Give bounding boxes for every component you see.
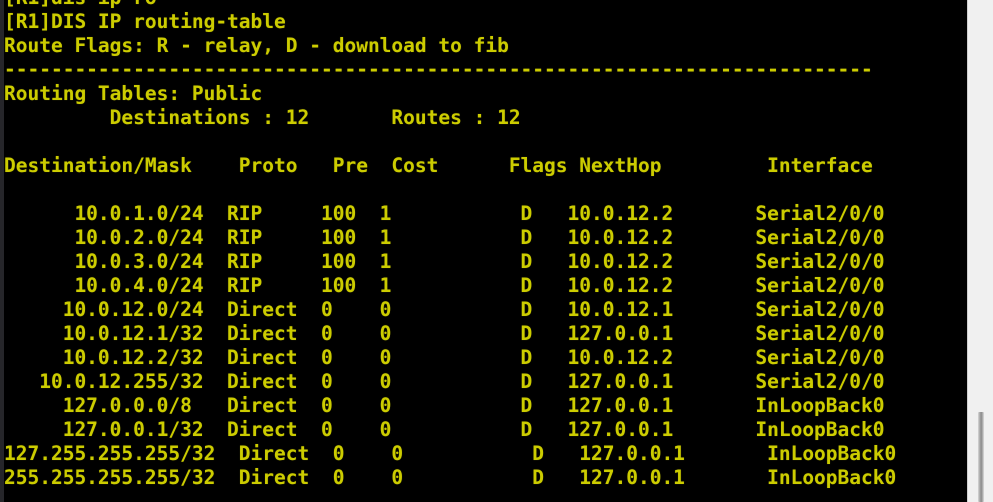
console-line: [R1]DIS IP routing-table <box>4 10 286 33</box>
scrollbar-thumb[interactable] <box>978 412 984 502</box>
console-line: [R1]dis ip ro <box>4 0 967 10</box>
console-line: 10.0.12.255/32 Direct 0 0 D 127.0.0.1 Se… <box>4 370 885 393</box>
console-line: 127.0.0.0/8 Direct 0 0 D 127.0.0.1 InLoo… <box>4 394 885 417</box>
left-gutter <box>0 0 4 502</box>
console-line: 10.0.12.1/32 Direct 0 0 D 127.0.0.1 Seri… <box>4 322 885 345</box>
console-line: 10.0.4.0/24 RIP 100 1 D 10.0.12.2 Serial… <box>4 274 885 297</box>
terminal-window: [R1]dis ip ro[R1]DIS IP routing-tableRou… <box>0 0 993 502</box>
console-line: 10.0.12.2/32 Direct 0 0 D 10.0.12.2 Seri… <box>4 346 885 369</box>
console-line: Destinations : 12 Routes : 12 <box>4 106 521 129</box>
console-line: 255.255.255.255/32 Direct 0 0 D 127.0.0.… <box>4 466 897 489</box>
console-line-list: [R1]dis ip ro[R1]DIS IP routing-tableRou… <box>4 0 967 490</box>
console-line: ----------------------------------------… <box>4 58 873 81</box>
console-line: 127.255.255.255/32 Direct 0 0 D 127.0.0.… <box>4 442 897 465</box>
console-line: Destination/Mask Proto Pre Cost Flags Ne… <box>4 154 873 177</box>
console-line: 10.0.1.0/24 RIP 100 1 D 10.0.12.2 Serial… <box>4 202 885 225</box>
console-line: 10.0.3.0/24 RIP 100 1 D 10.0.12.2 Serial… <box>4 250 885 273</box>
console-line: Routing Tables: Public <box>4 82 263 105</box>
console-line: 10.0.12.0/24 Direct 0 0 D 10.0.12.1 Seri… <box>4 298 885 321</box>
vertical-scrollbar[interactable] <box>967 0 993 502</box>
console-output-area[interactable]: [R1]dis ip ro[R1]DIS IP routing-tableRou… <box>0 0 967 502</box>
console-line: 10.0.2.0/24 RIP 100 1 D 10.0.12.2 Serial… <box>4 226 885 249</box>
console-line: 127.0.0.1/32 Direct 0 0 D 127.0.0.1 InLo… <box>4 418 885 441</box>
console-line: Route Flags: R - relay, D - download to … <box>4 34 509 57</box>
